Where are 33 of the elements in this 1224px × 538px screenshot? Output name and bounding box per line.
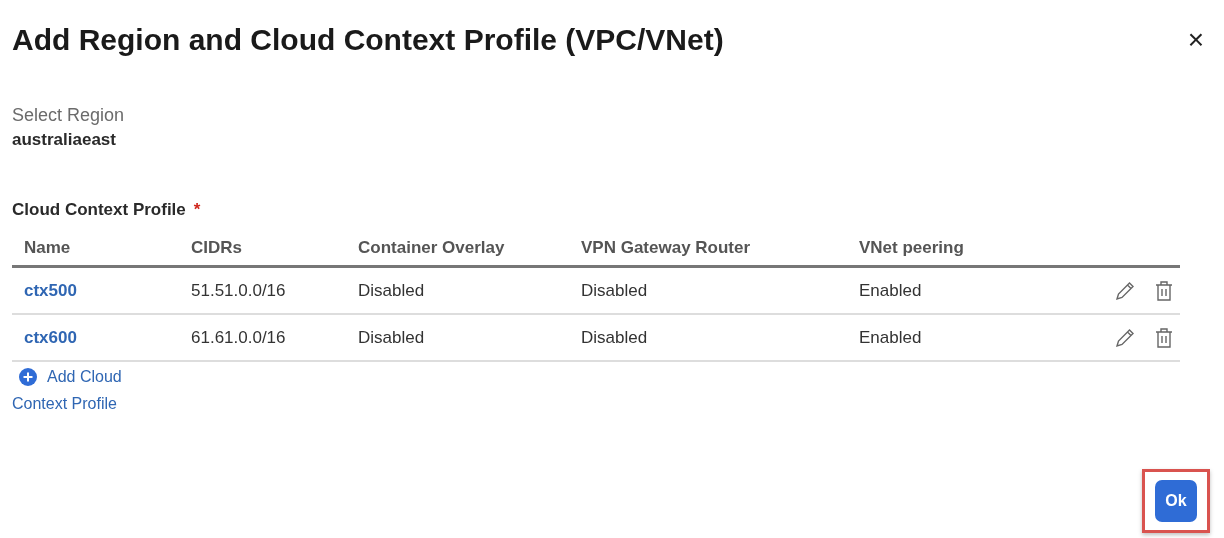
table-cell-text: Enabled: [859, 280, 923, 301]
region-label: Select Region: [12, 105, 126, 126]
table-cell-text: 61.61.0.0/16: [191, 327, 287, 348]
close-button[interactable]: ×: [1179, 26, 1212, 54]
table-cell-text: Disabled: [581, 280, 649, 301]
required-mark: *: [193, 200, 201, 220]
table-cell-text: Disabled: [581, 327, 649, 348]
edit-icon: [1114, 326, 1136, 349]
column-header: VPN Gateway Router: [581, 237, 752, 258]
delete-button[interactable]: [1154, 326, 1174, 349]
region-value: australiaeast: [12, 130, 117, 150]
add-profile-link[interactable]: Context Profile: [12, 395, 117, 413]
delete-button[interactable]: [1154, 279, 1174, 302]
dialog-title: Add Region and Cloud Context Profile (VPC/VNet): [12, 23, 724, 57]
table-cell-text: Disabled: [358, 280, 426, 301]
section-label: Cloud Context Profile: [12, 200, 186, 220]
column-header: Container Overlay: [358, 237, 506, 258]
edit-icon: [1114, 279, 1136, 302]
table-cell-text: Disabled: [358, 327, 426, 348]
add-icon[interactable]: [19, 368, 37, 386]
column-header: VNet peering: [859, 237, 965, 258]
edit-button[interactable]: [1114, 279, 1136, 302]
profile-link[interactable]: ctx600: [24, 327, 77, 347]
trash-icon: [1154, 279, 1174, 302]
table-cell-text: Enabled: [859, 327, 923, 348]
column-header: CIDRs: [191, 237, 243, 258]
profile-link[interactable]: ctx500: [24, 280, 77, 300]
trash-icon: [1154, 326, 1174, 349]
column-header: Name: [24, 237, 72, 258]
add-profile-link[interactable]: Add Cloud: [47, 368, 122, 386]
table-cell-text: 51.51.0.0/16: [191, 280, 287, 301]
ok-button[interactable]: Ok: [1155, 480, 1197, 522]
edit-button[interactable]: [1114, 326, 1136, 349]
